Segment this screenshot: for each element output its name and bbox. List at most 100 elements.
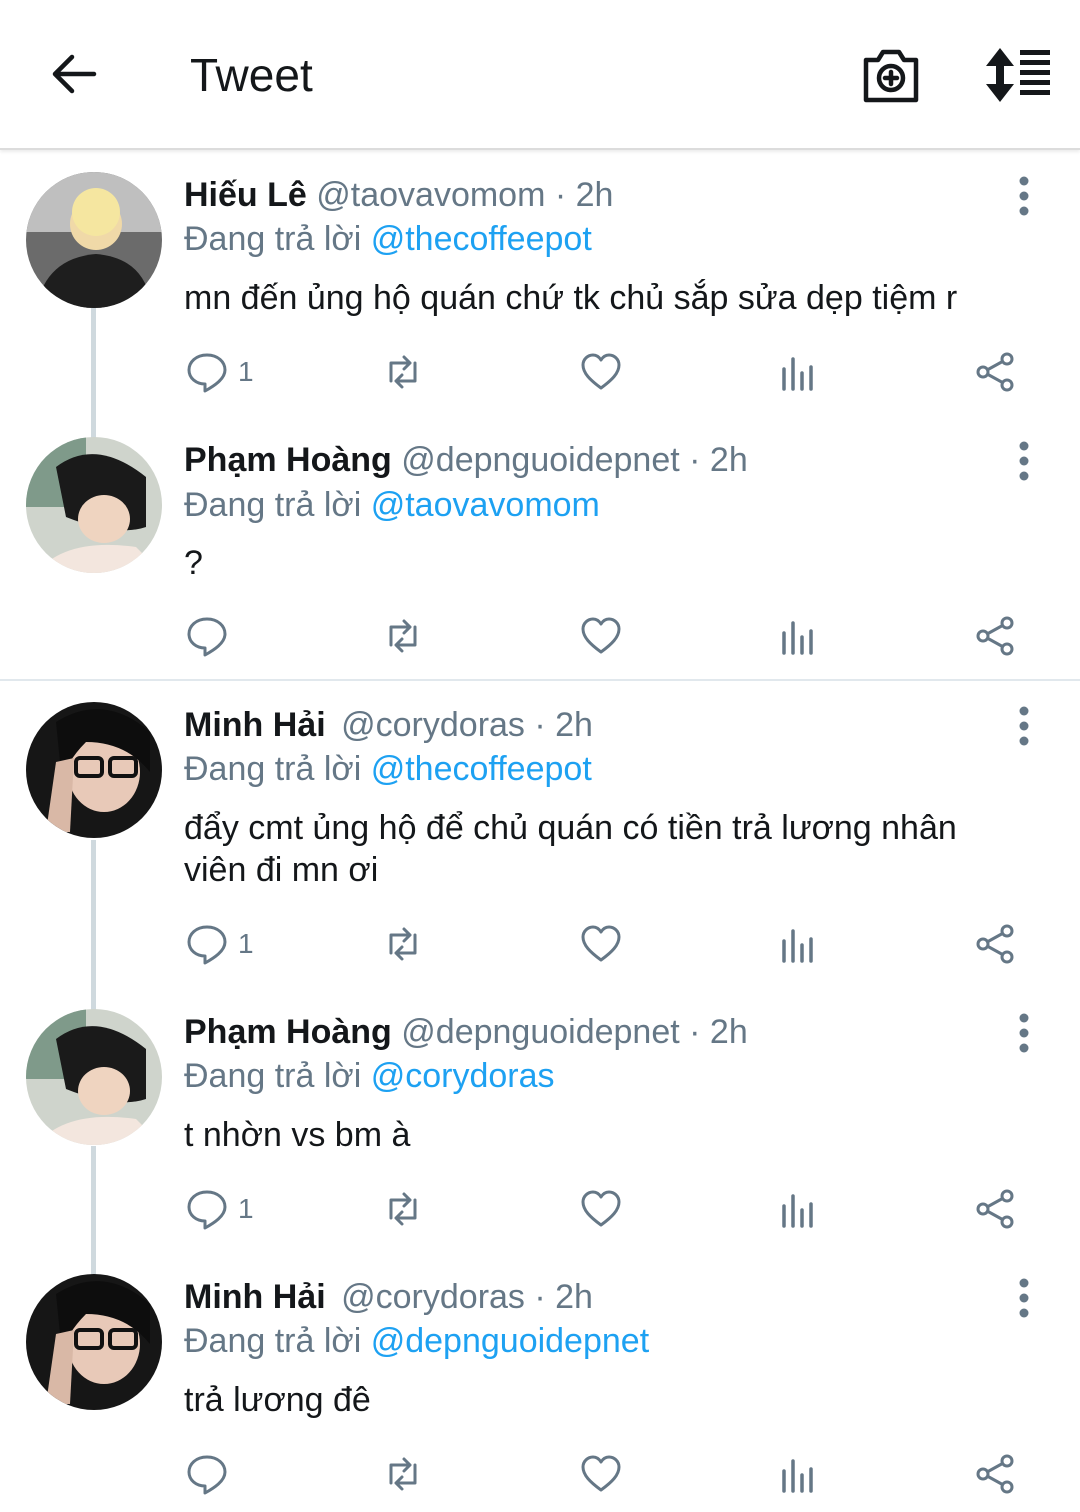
share-button[interactable] [974, 1452, 1016, 1496]
retweet-icon [382, 615, 424, 657]
more-vertical-icon[interactable] [1008, 706, 1040, 746]
display-name[interactable]: Hiếu Lê [184, 176, 307, 214]
reply-button[interactable] [186, 614, 238, 658]
reply-count: 1 [238, 356, 254, 387]
avatar[interactable] [26, 172, 162, 308]
user-handle[interactable]: @taovavomom [316, 176, 545, 214]
share-icon [974, 615, 1016, 657]
timestamp: · 2h [554, 176, 614, 214]
reply-prefix: Đang trả lời [184, 220, 362, 258]
reply-prefix: Đang trả lời [184, 486, 362, 524]
reply-icon [186, 1453, 228, 1495]
reply-prefix: Đang trả lời [184, 1322, 362, 1360]
reply-icon [186, 923, 228, 965]
tweet-actions: 1 [0, 922, 1080, 972]
share-icon [974, 923, 1016, 965]
top-bar: Tweet [0, 0, 1080, 150]
replying-to: Đang trả lời @thecoffeepot [184, 750, 592, 789]
share-button[interactable] [974, 922, 1016, 966]
like-button[interactable] [580, 1187, 622, 1231]
tweet-text: trả lương đê [184, 1381, 371, 1419]
retweet-button[interactable] [382, 614, 424, 658]
analytics-button[interactable] [776, 614, 818, 658]
share-icon [974, 351, 1016, 393]
timestamp: · 2h [689, 441, 748, 479]
more-vertical-icon[interactable] [1008, 176, 1040, 216]
avatar[interactable] [26, 1274, 162, 1410]
reply-prefix: Đang trả lời [184, 750, 362, 788]
share-icon [974, 1453, 1016, 1495]
like-icon [580, 1453, 622, 1495]
analytics-icon [776, 615, 818, 657]
timestamp: · 2h [534, 706, 593, 744]
back-arrow-icon[interactable] [48, 48, 100, 100]
share-button[interactable] [974, 350, 1016, 394]
reply-mention[interactable]: @taovavomom [371, 486, 600, 524]
analytics-icon [776, 351, 818, 393]
retweet-icon [382, 923, 424, 965]
display-name[interactable]: Minh Hải [184, 1278, 326, 1316]
tweet-header: Phạm Hoàng @depnguoidepnet · 2h [184, 1013, 748, 1052]
display-name[interactable]: Phạm Hoàng [184, 441, 392, 479]
like-icon [580, 351, 622, 393]
user-handle[interactable]: @depnguoidepnet [401, 441, 679, 479]
tweet-actions: 1 [0, 1187, 1080, 1237]
display-name[interactable]: Phạm Hoàng [184, 1013, 392, 1051]
analytics-icon [776, 1453, 818, 1495]
analytics-button[interactable] [776, 922, 818, 966]
reply-button[interactable]: 1 [186, 922, 254, 966]
more-vertical-icon[interactable] [1008, 441, 1040, 481]
tweet-text: đẩy cmt ủng hộ để chủ quán có tiền trả l… [184, 809, 957, 889]
reply-icon [186, 615, 228, 657]
replying-to: Đang trả lời @taovavomom [184, 486, 600, 525]
replying-to: Đang trả lời @corydoras [184, 1057, 555, 1096]
tweet-header: Phạm Hoàng @depnguoidepnet · 2h [184, 441, 748, 480]
reply-mention[interactable]: @corydoras [371, 1057, 555, 1095]
user-handle[interactable]: @corydoras [341, 706, 525, 744]
camera-add-icon[interactable] [860, 44, 922, 106]
tweet-actions [0, 614, 1080, 664]
reply-count: 1 [238, 928, 254, 959]
analytics-button[interactable] [776, 1452, 818, 1496]
like-icon [580, 923, 622, 965]
like-icon [580, 615, 622, 657]
retweet-icon [382, 351, 424, 393]
analytics-button[interactable] [776, 1187, 818, 1231]
more-vertical-icon[interactable] [1008, 1013, 1040, 1053]
retweet-button[interactable] [382, 350, 424, 394]
avatar[interactable] [26, 702, 162, 838]
share-button[interactable] [974, 1187, 1016, 1231]
tweet-text: t nhờn vs bm à [184, 1116, 411, 1154]
like-button[interactable] [580, 614, 622, 658]
reply-button[interactable] [186, 1452, 238, 1496]
tweet-actions: 1 [0, 350, 1080, 400]
like-button[interactable] [580, 1452, 622, 1496]
more-vertical-icon[interactable] [1008, 1278, 1040, 1318]
share-button[interactable] [974, 614, 1016, 658]
retweet-button[interactable] [382, 1452, 424, 1496]
retweet-icon [382, 1188, 424, 1230]
like-button[interactable] [580, 922, 622, 966]
tweet-text: mn đến ủng hộ quán chứ tk chủ sắp sửa dẹ… [184, 279, 958, 317]
retweet-button[interactable] [382, 1187, 424, 1231]
retweet-button[interactable] [382, 922, 424, 966]
analytics-button[interactable] [776, 350, 818, 394]
user-handle[interactable]: @depnguoidepnet [401, 1013, 679, 1051]
reply-button[interactable]: 1 [186, 1187, 254, 1231]
display-name[interactable]: Minh Hải [184, 706, 326, 744]
reply-mention[interactable]: @thecoffeepot [371, 220, 592, 258]
like-button[interactable] [580, 350, 622, 394]
timestamp: · 2h [689, 1013, 748, 1051]
reply-mention[interactable]: @depnguoidepnet [371, 1322, 649, 1360]
sort-icon[interactable] [982, 46, 1054, 104]
user-handle[interactable]: @corydoras [341, 1278, 525, 1316]
reply-icon [186, 1188, 228, 1230]
reply-button[interactable]: 1 [186, 350, 254, 394]
avatar[interactable] [26, 437, 162, 573]
tweet-text: ? [184, 544, 203, 582]
reply-mention[interactable]: @thecoffeepot [371, 750, 592, 788]
analytics-icon [776, 923, 818, 965]
timestamp: · 2h [534, 1278, 593, 1316]
avatar[interactable] [26, 1009, 162, 1145]
conversation-divider [0, 679, 1080, 681]
